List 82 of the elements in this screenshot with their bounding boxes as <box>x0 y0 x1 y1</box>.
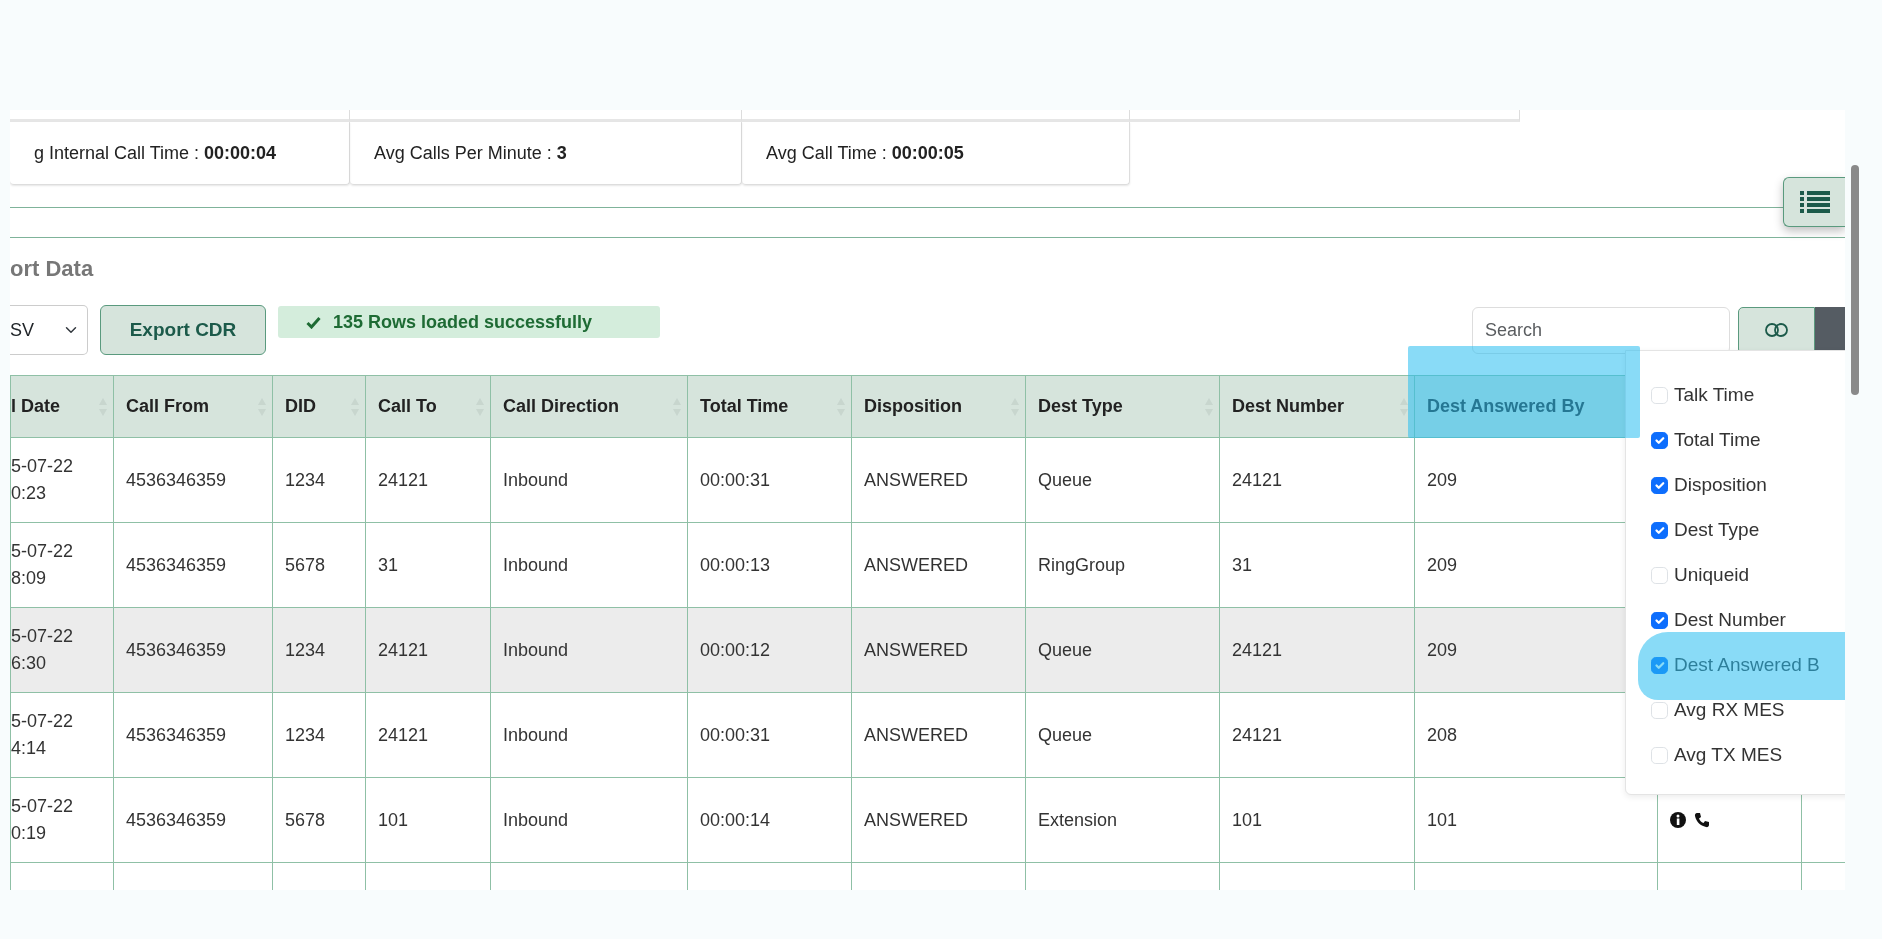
phone-icon[interactable] <box>1694 812 1710 828</box>
checkbox[interactable] <box>1651 657 1668 674</box>
stat-text: Avg Calls Per Minute : 3 <box>373 141 567 165</box>
table-cell: 4536346359 <box>113 777 273 863</box>
option-label[interactable]: Avg TX MES <box>1674 741 1783 770</box>
option-label[interactable]: Total Time <box>1674 426 1761 455</box>
table-cell: 101 <box>1219 777 1415 863</box>
table-cell: 1234 <box>272 437 366 523</box>
date-cell: 5-07-22 4:14 <box>10 692 114 778</box>
table-cell: 5678 <box>272 777 366 863</box>
stat-text: Avg Call Time : 00:00:05 <box>765 141 964 165</box>
table-cell: 24121 <box>1219 607 1415 693</box>
table-cell: 24121 <box>1219 692 1415 778</box>
option-label[interactable]: Dest Number <box>1674 606 1786 635</box>
table-cell: ANSWERED <box>851 777 1026 863</box>
option-label[interactable]: Avg RX MES <box>1674 696 1785 725</box>
table-cell: 101 <box>365 777 491 863</box>
option-label[interactable]: Dest Type <box>1674 516 1760 545</box>
table-cell: Extension <box>1025 777 1220 863</box>
column-header[interactable]: l Date <box>10 375 114 438</box>
table-cell: Inbound <box>490 777 688 863</box>
list-icon <box>1799 190 1830 214</box>
option-label[interactable]: Disposition <box>1674 471 1767 500</box>
table-cell: 31 <box>365 522 491 608</box>
table-cell: 4536346359 <box>113 437 273 523</box>
option-label[interactable]: Talk Time <box>1674 381 1755 410</box>
table-cell: Queue <box>1025 437 1220 523</box>
list-view-button[interactable] <box>1783 177 1845 227</box>
table-cell: 4536346359 <box>113 692 273 778</box>
date-cell: 5-07-22 6:30 <box>10 607 114 693</box>
export-cdr-button[interactable]: Export CDR <box>100 305 266 355</box>
table-cell: ANSWERED <box>851 692 1026 778</box>
checkbox[interactable] <box>1651 522 1668 539</box>
option-label[interactable]: Uniqueid <box>1674 561 1749 590</box>
column-header[interactable]: Call From <box>113 375 273 438</box>
table-cell: 4536346359 <box>113 607 273 693</box>
column-header[interactable]: Disposition <box>851 375 1026 438</box>
table-cell: RingGroup <box>1025 522 1220 608</box>
date-cell: 5-07-22 8:09 <box>10 522 114 608</box>
stat-text: g Internal Call Time : 00:00:04 <box>33 141 277 165</box>
column-header[interactable]: Total Time <box>687 375 852 438</box>
table-cell: ANSWERED <box>851 437 1026 523</box>
table-cell: Inbound <box>490 692 688 778</box>
check-icon <box>306 315 321 329</box>
column-header[interactable]: Dest Number <box>1219 375 1415 438</box>
column-header[interactable]: Dest Type <box>1025 375 1220 438</box>
format-select[interactable]: SV <box>10 305 88 355</box>
table-cell: 00:00:31 <box>687 692 852 778</box>
table-cell: Inbound <box>490 522 688 608</box>
info-icon[interactable] <box>1670 812 1686 828</box>
table-cell: 1234 <box>272 692 366 778</box>
column-header[interactable]: Call To <box>365 375 491 438</box>
table-cell: ANSWERED <box>851 522 1026 608</box>
table-cell: Inbound <box>490 437 688 523</box>
table-cell: 00:00:14 <box>687 777 852 863</box>
table-cell: 00:00:13 <box>687 522 852 608</box>
success-message: 135 Rows loaded successfully <box>278 306 660 338</box>
table-cell: ANSWERED <box>851 607 1026 693</box>
table-cell: 24121 <box>365 437 491 523</box>
table-cell: 00:00:31 <box>687 437 852 523</box>
table-cell: 24121 <box>1219 437 1415 523</box>
search-field[interactable]: Search <box>1472 306 1730 354</box>
checkbox[interactable] <box>1651 477 1668 494</box>
table-cell: 31 <box>1219 522 1415 608</box>
checkbox[interactable] <box>1651 432 1668 449</box>
table-cell: 24121 <box>365 607 491 693</box>
toggle-icon <box>1764 323 1789 337</box>
table-cell: 1234 <box>272 607 366 693</box>
column-header[interactable]: Call Direction <box>490 375 688 438</box>
date-cell: 5-07-22 0:19 <box>10 777 114 863</box>
column-header[interactable]: DID <box>272 375 366 438</box>
table-cell: Queue <box>1025 607 1220 693</box>
table-cell: Queue <box>1025 692 1220 778</box>
scrollbar-thumb[interactable] <box>1851 165 1859 395</box>
date-cell: 5-07-22 0:23 <box>10 437 114 523</box>
section-title: ort Data <box>10 255 95 283</box>
table-cell: Inbound <box>490 607 688 693</box>
checkbox[interactable] <box>1651 612 1668 629</box>
table-cell: 24121 <box>365 692 491 778</box>
table-cell: 4536346359 <box>113 522 273 608</box>
table-cell: 00:00:12 <box>687 607 852 693</box>
table-cell: 5678 <box>272 522 366 608</box>
